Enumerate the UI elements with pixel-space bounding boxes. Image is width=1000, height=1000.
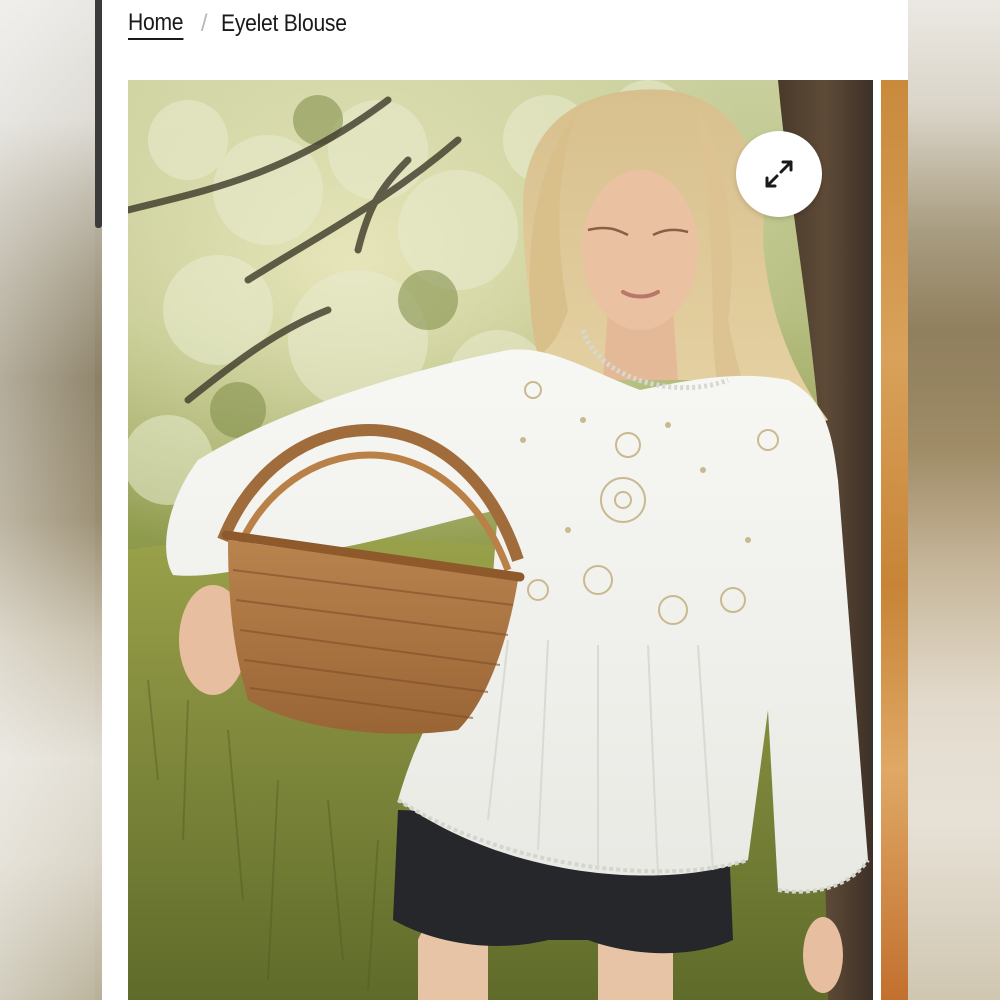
next-product-image-preview[interactable]	[881, 80, 908, 1000]
breadcrumb-home-link[interactable]: Home	[128, 9, 184, 40]
left-background-shade	[0, 0, 95, 1000]
breadcrumb-current-page: Eyelet Blouse	[221, 10, 347, 37]
breadcrumb: Home / Eyelet Blouse	[128, 6, 364, 42]
right-background-shade	[908, 0, 1000, 1000]
product-page: Home / Eyelet Blouse	[102, 0, 908, 1000]
product-photo-illustration	[128, 80, 873, 1000]
expand-arrows-icon	[765, 160, 793, 188]
breadcrumb-separator: /	[200, 10, 208, 37]
zoom-button[interactable]	[736, 131, 822, 217]
product-image[interactable]	[128, 80, 873, 1000]
scroll-indicator	[95, 0, 102, 228]
